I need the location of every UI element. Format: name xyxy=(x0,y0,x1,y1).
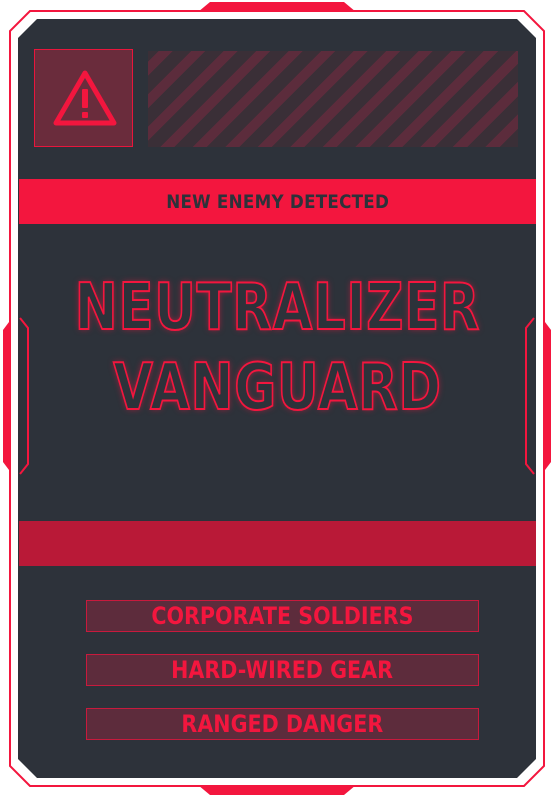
warning-triangle-icon xyxy=(53,70,117,126)
enemy-card: NEW ENEMY DETECTED NEUTRALIZER VANGUARD … xyxy=(0,0,554,797)
alert-label: NEW ENEMY DETECTED xyxy=(166,190,389,213)
divider-bar xyxy=(19,521,536,566)
hazard-stripes xyxy=(148,51,518,147)
trait-tag: HARD-WIRED GEAR xyxy=(86,654,479,686)
trait-label: CORPORATE SOLDIERS xyxy=(151,602,414,630)
alert-banner: NEW ENEMY DETECTED xyxy=(19,179,536,224)
trait-label: RANGED DANGER xyxy=(181,710,384,738)
trait-tag: CORPORATE SOLDIERS xyxy=(86,600,479,632)
enemy-name-line-2: VANGUARD xyxy=(112,350,442,426)
trait-label: HARD-WIRED GEAR xyxy=(171,656,394,684)
warning-box xyxy=(34,49,133,147)
trait-tag: RANGED DANGER xyxy=(86,708,479,740)
enemy-name-line-1: NEUTRALIZER xyxy=(74,270,481,346)
enemy-name: NEUTRALIZER VANGUARD xyxy=(19,268,536,428)
